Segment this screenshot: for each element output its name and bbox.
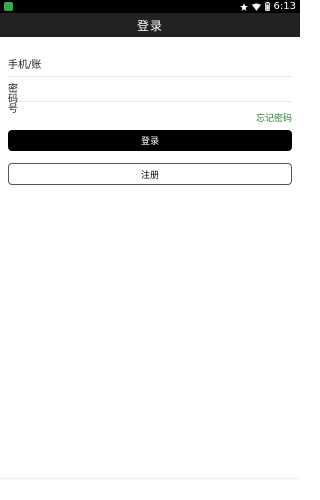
forgot-password-link[interactable]: 忘记密码 bbox=[256, 114, 292, 125]
password-field[interactable]: 密码号 bbox=[8, 80, 292, 115]
phone-account-field[interactable] bbox=[8, 53, 292, 77]
app-bar: 登录 bbox=[0, 13, 300, 37]
password-placeholder: 密码号 bbox=[8, 84, 18, 115]
phone-account-input[interactable] bbox=[8, 54, 292, 77]
register-button[interactable]: 注册 bbox=[8, 163, 292, 185]
android-app-icon bbox=[4, 2, 13, 11]
status-bar: 6:13 bbox=[0, 0, 300, 13]
wifi-icon bbox=[251, 2, 261, 11]
status-time: 6:13 bbox=[273, 1, 296, 12]
page-title: 登录 bbox=[136, 18, 163, 33]
status-icons: 6:13 bbox=[239, 0, 296, 13]
login-button[interactable]: 登录 bbox=[8, 130, 292, 151]
bottom-divider bbox=[0, 478, 300, 479]
battery-icon bbox=[264, 2, 270, 11]
star-icon bbox=[239, 2, 248, 11]
